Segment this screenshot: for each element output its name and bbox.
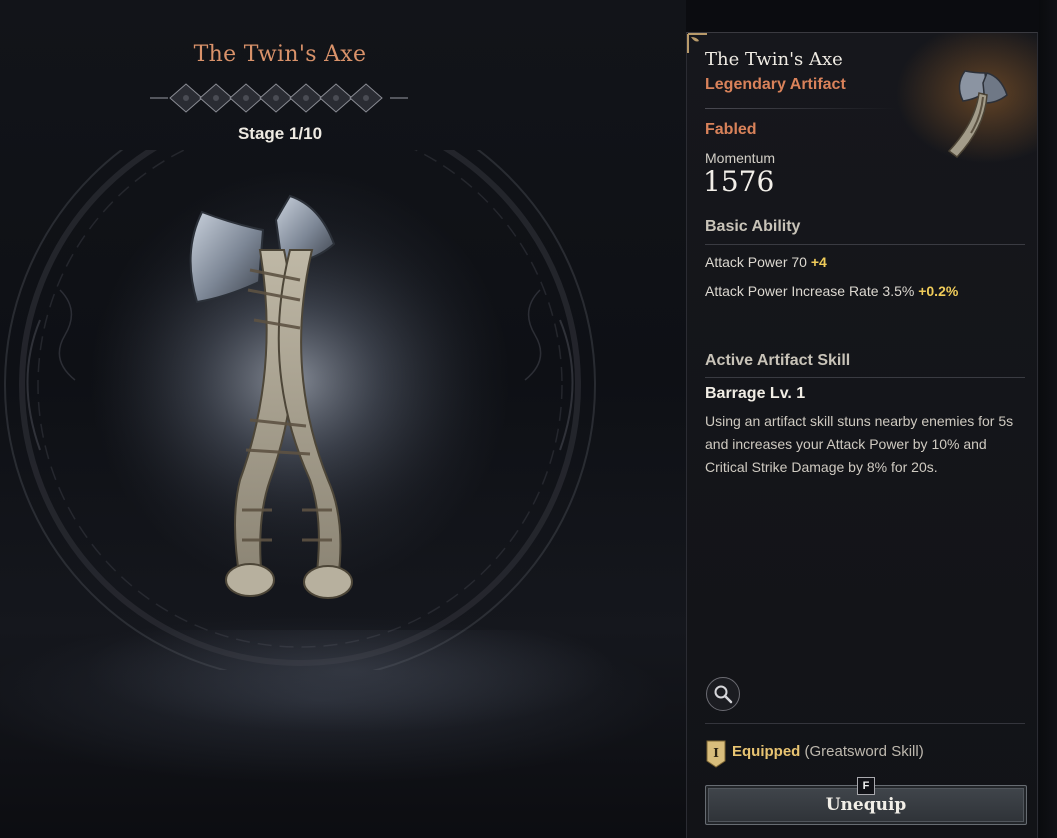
item-name: The Twin's Axe bbox=[705, 49, 843, 70]
equip-status-label: Equipped bbox=[732, 743, 801, 760]
momentum-value: 1576 bbox=[703, 165, 775, 198]
stat-label: Attack Power Increase Rate 3.5% bbox=[705, 283, 915, 299]
stat-bonus: +4 bbox=[810, 254, 827, 270]
equip-badge-label: I bbox=[713, 746, 719, 760]
stage-progress-ornament bbox=[150, 83, 408, 113]
skill-name: Barrage Lv. 1 bbox=[705, 385, 806, 402]
artifact-title: The Twin's Axe bbox=[193, 42, 367, 67]
stat-label: Attack Power 70 bbox=[705, 254, 807, 270]
equip-slot-badge-icon: I bbox=[706, 740, 726, 768]
item-thumbnail-icon bbox=[947, 70, 1008, 159]
artifact-showcase: The Twin's Axe Stage 1/10 bbox=[0, 0, 686, 838]
momentum-label: Momentum bbox=[705, 150, 776, 166]
equip-status: Equipped (Greatsword Skill) bbox=[732, 743, 924, 760]
basic-ability-divider bbox=[705, 244, 1025, 245]
screen-edge bbox=[1039, 0, 1057, 838]
stage-counter: Stage 1/10 bbox=[237, 124, 323, 143]
stat-attack-power-rate: Attack Power Increase Rate 3.5% +0.2% bbox=[705, 283, 958, 299]
artifact-detail-panel: The Twin's Axe Legendary Artifact Fabled… bbox=[686, 32, 1038, 838]
header-divider bbox=[705, 108, 897, 109]
footer-divider bbox=[705, 723, 1025, 724]
hotkey-hint: F bbox=[857, 777, 875, 795]
magnifier-icon bbox=[714, 685, 733, 704]
active-skill-heading: Active Artifact Skill bbox=[705, 352, 851, 369]
unequip-label: Unequip bbox=[825, 795, 907, 815]
item-grade: Legendary Artifact bbox=[705, 76, 846, 93]
stat-bonus: +0.2% bbox=[918, 283, 959, 299]
active-skill-divider bbox=[705, 377, 1025, 378]
equip-status-detail: (Greatsword Skill) bbox=[804, 743, 924, 760]
basic-ability-heading: Basic Ability bbox=[705, 218, 801, 235]
zoom-button[interactable] bbox=[706, 677, 740, 711]
stat-attack-power: Attack Power 70 +4 bbox=[705, 254, 827, 270]
twin-axe-artwork bbox=[189, 194, 353, 599]
stage-floor bbox=[0, 630, 686, 838]
item-tier: Fabled bbox=[705, 121, 757, 138]
skill-description: Using an artifact skill stuns nearby ene… bbox=[705, 413, 1014, 475]
